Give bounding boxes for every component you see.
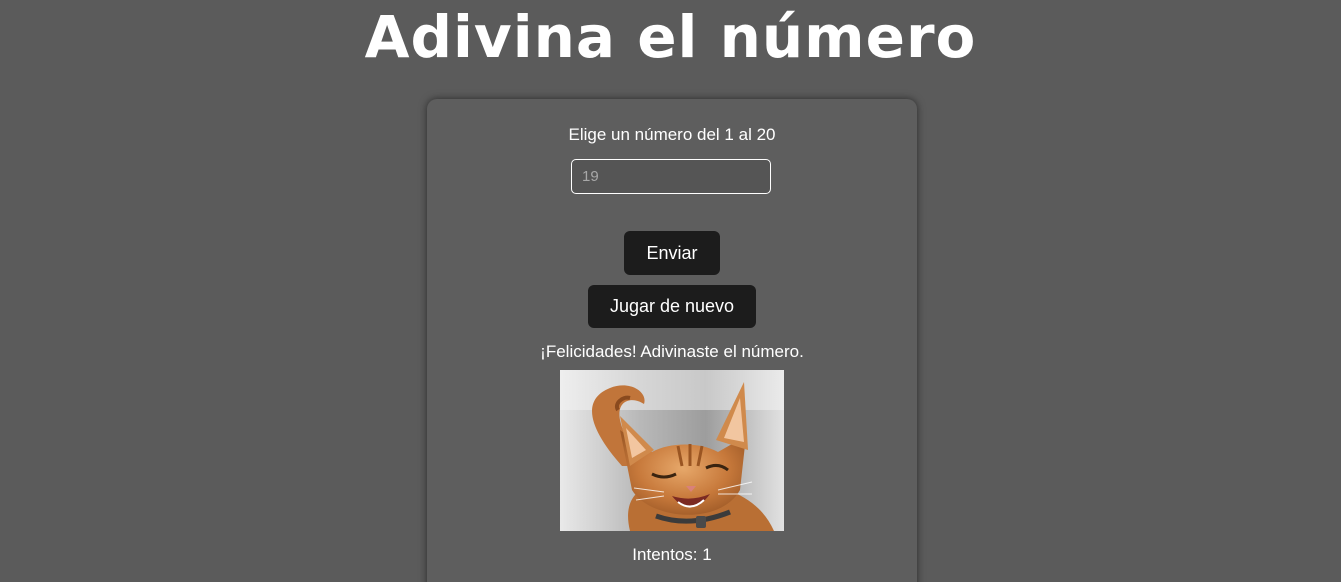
prompt-label: Elige un número del 1 al 20 <box>568 125 776 144</box>
page-title: Adivina el número <box>364 3 977 71</box>
game-card: Elige un número del 1 al 20 Enviar Jugar… <box>427 99 917 582</box>
result-message: ¡Felicidades! Adivinaste el número. <box>540 342 804 361</box>
winking-cat-image <box>560 370 784 531</box>
attempts-counter: Intentos: 1 <box>632 545 712 564</box>
send-button[interactable]: Enviar <box>624 231 720 275</box>
page: Adivina el número Elige un número del 1 … <box>0 0 1341 582</box>
guess-input[interactable] <box>571 159 771 194</box>
play-again-button[interactable]: Jugar de nuevo <box>588 285 756 328</box>
